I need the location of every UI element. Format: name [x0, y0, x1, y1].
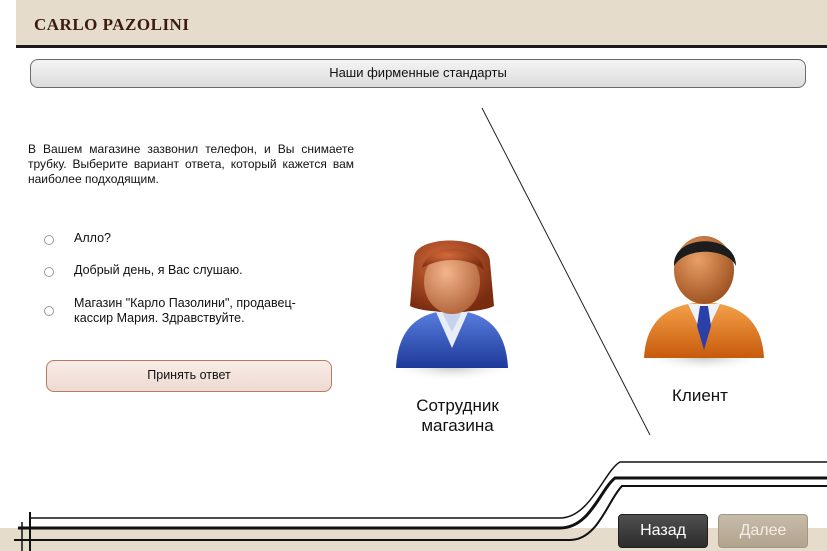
footer-decoration — [0, 461, 827, 551]
next-button[interactable]: Далее — [718, 514, 808, 548]
footer-line — [30, 461, 827, 519]
back-button[interactable]: Назад — [618, 514, 708, 548]
